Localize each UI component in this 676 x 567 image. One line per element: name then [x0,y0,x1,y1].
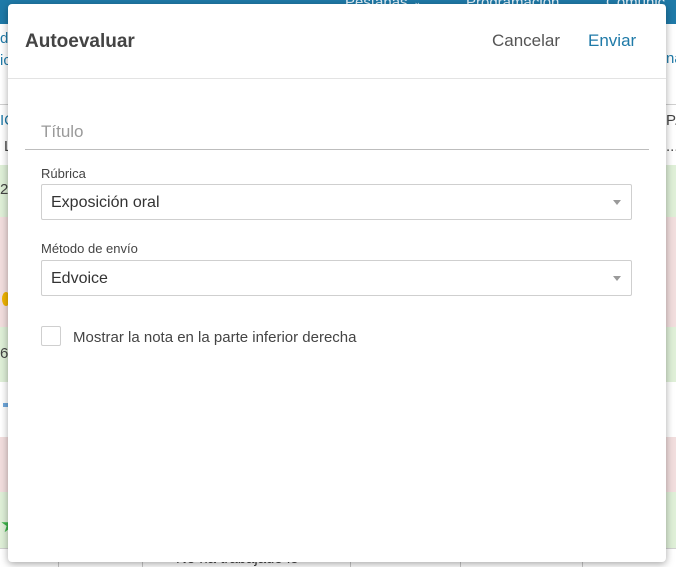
caret-down-icon [613,276,621,281]
rubric-selected-value: Exposición oral [51,194,160,211]
rubric-label: Rúbrica [41,166,86,181]
show-grade-checkbox[interactable] [41,326,61,346]
cancel-button[interactable]: Cancelar [492,31,560,51]
bg-edge-text: ... [666,138,676,155]
send-button[interactable]: Enviar [588,31,636,51]
dialog-title: Autoevaluar [25,31,135,52]
bg-edge-text: P. [666,112,676,129]
dialog-header: Autoevaluar Cancelar Enviar [8,4,666,79]
rubric-select[interactable]: Exposición oral [41,184,632,220]
send-method-selected-value: Edvoice [51,270,108,287]
bg-edge-text: na [666,50,676,67]
show-grade-label[interactable]: Mostrar la nota en la parte inferior der… [73,329,356,346]
send-method-label: Método de envío [41,241,138,256]
caret-down-icon [613,200,621,205]
title-input[interactable] [25,114,649,150]
send-method-select[interactable]: Edvoice [41,260,632,296]
self-assess-dialog: Autoevaluar Cancelar Enviar Rúbrica Expo… [8,4,666,562]
